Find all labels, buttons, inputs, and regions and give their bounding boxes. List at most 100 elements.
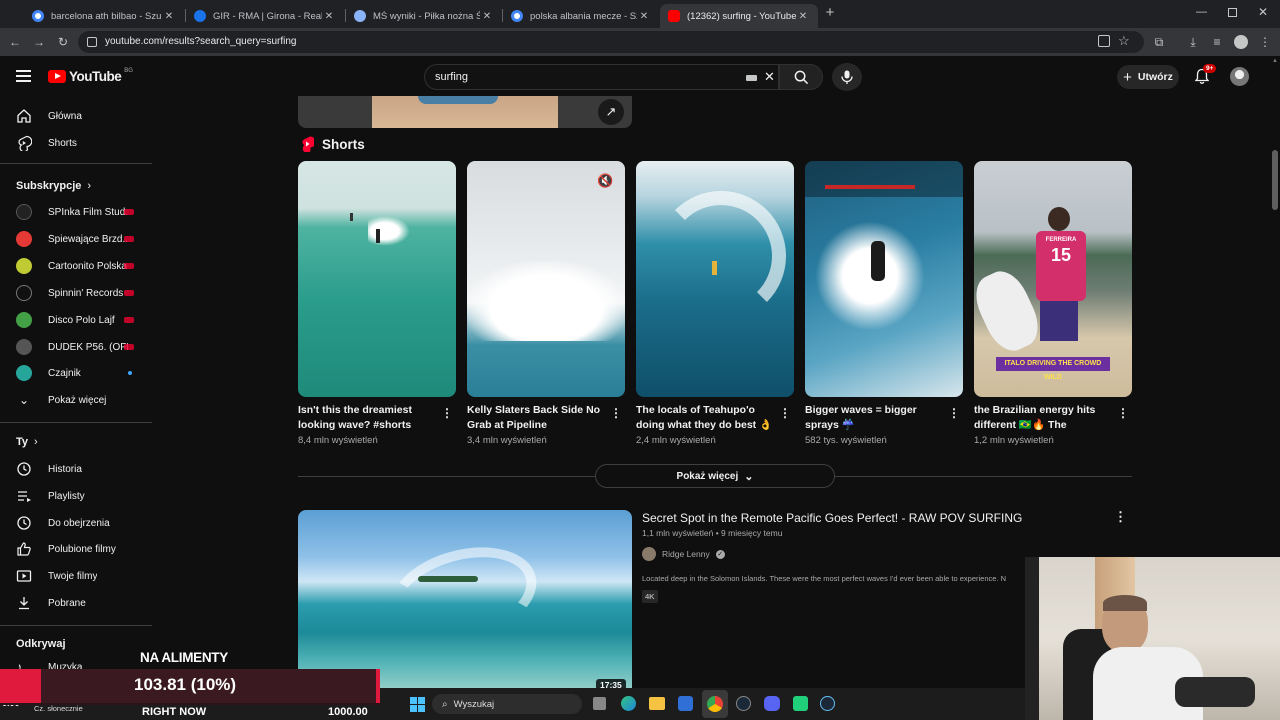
scroll-up-icon[interactable]: ▲ xyxy=(1272,58,1278,64)
donation-progress-fill xyxy=(0,669,41,703)
short-title[interactable]: the Brazilian energy hits different 🇧🇷🔥 … xyxy=(974,403,1112,433)
app-icon[interactable] xyxy=(793,696,808,711)
search-button[interactable] xyxy=(779,64,823,90)
sidebar-item-downloads[interactable]: Pobrane xyxy=(0,590,152,616)
install-app-icon[interactable] xyxy=(1098,35,1110,47)
clear-search-icon[interactable]: ✕ xyxy=(764,69,775,85)
file-explorer-icon[interactable] xyxy=(649,697,665,710)
short-title[interactable]: Kelly Slaters Back Side No Grab at Pipel… xyxy=(467,403,605,433)
browser-tab[interactable]: barcelona ath bilbao - Szukaj w Go ✕ xyxy=(24,4,184,28)
more-options-icon[interactable]: ⋮ xyxy=(948,407,960,419)
short-card[interactable]: FERREIRA 15 ITALO DRIVING THE CROWD WILD… xyxy=(974,161,1132,446)
sidebar-item-channel[interactable]: Disco Polo Lajf xyxy=(0,307,152,333)
reload-icon[interactable]: ↻ xyxy=(56,35,70,49)
keyboard-icon[interactable] xyxy=(746,75,757,81)
video-title[interactable]: Secret Spot in the Remote Pacific Goes P… xyxy=(642,511,1032,525)
subscriptions-heading[interactable]: Subskrypcje › xyxy=(16,180,91,192)
extensions-icon[interactable]: ⧉ xyxy=(1152,35,1166,49)
taskbar-search[interactable]: ⌕ Wyszukaj xyxy=(432,694,582,714)
downloads-icon[interactable]: ⤓ xyxy=(1186,35,1200,49)
close-icon[interactable]: ✕ xyxy=(480,11,494,22)
donation-goal-widget: 103.81 (10%) xyxy=(0,669,380,705)
account-avatar[interactable] xyxy=(1230,67,1249,86)
menu-icon[interactable]: ⋮ xyxy=(1258,35,1272,49)
sidebar-item-home[interactable]: Główna xyxy=(0,103,152,129)
muted-speaker-icon[interactable]: 🔇 xyxy=(597,173,613,189)
sidebar-item-shorts[interactable]: Shorts xyxy=(0,130,152,156)
steam-icon[interactable] xyxy=(820,696,835,711)
browser-tab[interactable]: GIR - RMA | Girona - Real Madrid ✕ xyxy=(186,4,344,28)
maximize-button[interactable] xyxy=(1228,8,1237,17)
short-card[interactable]: Isn't this the dreamiest looking wave? #… xyxy=(298,161,456,446)
short-title[interactable]: Bigger waves = bigger sprays ☔ xyxy=(805,403,943,433)
previous-result-thumbnail[interactable]: ↗ xyxy=(298,96,632,128)
sidebar-item-channel[interactable]: Śpiewające Brzd... xyxy=(0,226,152,252)
voice-search-button[interactable] xyxy=(832,63,862,91)
short-thumbnail[interactable] xyxy=(298,161,456,397)
short-card[interactable]: The locals of Teahupo'o doing what they … xyxy=(636,161,794,446)
channel-link[interactable]: Ridge Lenny ✓ xyxy=(642,547,725,561)
sidebar-item-channel[interactable]: Spinnin' Records xyxy=(0,280,152,306)
more-options-icon[interactable]: ⋮ xyxy=(779,407,791,419)
open-external-icon[interactable]: ↗ xyxy=(598,99,624,125)
bookmark-star-icon[interactable]: ☆ xyxy=(1118,33,1130,49)
edge-icon[interactable] xyxy=(621,696,636,711)
close-window-button[interactable]: ✕ xyxy=(1258,5,1270,19)
search-box[interactable]: surfing ✕ xyxy=(424,64,779,90)
more-options-icon[interactable]: ⋮ xyxy=(441,407,453,419)
browser-tab[interactable]: MŚ wyniki - Piłka nożna Świat ✕ xyxy=(346,4,502,28)
sidebar-item-liked[interactable]: Polubione filmy xyxy=(0,536,152,562)
short-thumbnail[interactable] xyxy=(805,161,963,397)
steam-icon[interactable] xyxy=(736,696,751,711)
short-title[interactable]: Isn't this the dreamiest looking wave? #… xyxy=(298,403,436,433)
reading-list-icon[interactable]: ≡ xyxy=(1210,35,1224,49)
sidebar-item-history[interactable]: Historia xyxy=(0,456,152,482)
search-input[interactable]: surfing xyxy=(435,71,468,83)
url-text[interactable]: youtube.com/results?search_query=surfing xyxy=(105,36,297,47)
more-options-icon[interactable]: ⋮ xyxy=(610,407,622,419)
shorts-show-more-button[interactable]: Pokaż więcej ⌄ xyxy=(595,464,835,488)
sidebar-item-channel[interactable]: Cartoonito Polska xyxy=(0,253,152,279)
sidebar-item-channel[interactable]: DUDEK P56. (OFI... xyxy=(0,334,152,360)
hamburger-menu-icon[interactable] xyxy=(16,70,31,82)
short-thumbnail[interactable]: 🔇 xyxy=(467,161,625,397)
sidebar-item-watch-later[interactable]: Do obejrzenia xyxy=(0,510,152,536)
task-view-icon[interactable] xyxy=(593,697,606,710)
notifications-button[interactable]: 9+ xyxy=(1194,64,1217,90)
weather-text: Cz. słonecznie xyxy=(34,704,83,713)
browser-tab-active[interactable]: (12362) surfing - YouTube ✕ xyxy=(660,4,818,28)
short-thumbnail[interactable]: FERREIRA 15 ITALO DRIVING THE CROWD WILD xyxy=(974,161,1132,397)
sidebar-item-playlists[interactable]: Playlisty xyxy=(0,483,152,509)
mail-icon[interactable] xyxy=(678,696,693,711)
show-more-subscriptions[interactable]: ⌄ Pokaż więcej xyxy=(0,387,152,413)
more-options-icon[interactable]: ⋮ xyxy=(1114,509,1127,525)
short-title[interactable]: The locals of Teahupo'o doing what they … xyxy=(636,403,774,433)
close-icon[interactable]: ✕ xyxy=(796,11,810,22)
address-bar[interactable]: youtube.com/results?search_query=surfing… xyxy=(78,31,1144,53)
short-card[interactable]: 🔇 Kelly Slaters Back Side No Grab at Pip… xyxy=(467,161,625,446)
more-options-icon[interactable]: ⋮ xyxy=(1117,407,1129,419)
scrollbar-thumb[interactable] xyxy=(1272,150,1278,210)
sidebar-item-channel[interactable]: SPInka Film Stud... xyxy=(0,199,152,225)
close-icon[interactable]: ✕ xyxy=(637,11,651,22)
minimize-button[interactable]: — xyxy=(1196,6,1208,18)
close-icon[interactable]: ✕ xyxy=(322,11,336,22)
profile-avatar[interactable] xyxy=(1234,35,1248,49)
browser-tab[interactable]: polska albania mecze - Szukaj w G ✕ xyxy=(503,4,659,28)
back-icon[interactable]: ← xyxy=(8,35,22,49)
site-info-icon[interactable] xyxy=(87,37,97,47)
sidebar-item-channel[interactable]: Czajnik xyxy=(0,360,152,386)
forward-icon[interactable]: → xyxy=(32,35,46,49)
chrome-taskbar-button[interactable] xyxy=(702,690,728,718)
windows-start-icon[interactable] xyxy=(410,697,425,712)
create-button[interactable]: + Utwórz xyxy=(1117,65,1179,89)
sidebar-item-your-videos[interactable]: Twoje filmy xyxy=(0,563,152,589)
close-icon[interactable]: ✕ xyxy=(162,11,176,22)
youtube-logo[interactable]: YouTube BG xyxy=(48,68,133,84)
new-tab-button[interactable]: + xyxy=(822,5,838,21)
you-heading[interactable]: Ty › xyxy=(16,436,38,448)
short-thumbnail[interactable] xyxy=(636,161,794,397)
google-icon xyxy=(32,10,44,22)
discord-icon[interactable] xyxy=(764,696,780,711)
short-card[interactable]: Bigger waves = bigger sprays ☔ 582 tys. … xyxy=(805,161,963,446)
